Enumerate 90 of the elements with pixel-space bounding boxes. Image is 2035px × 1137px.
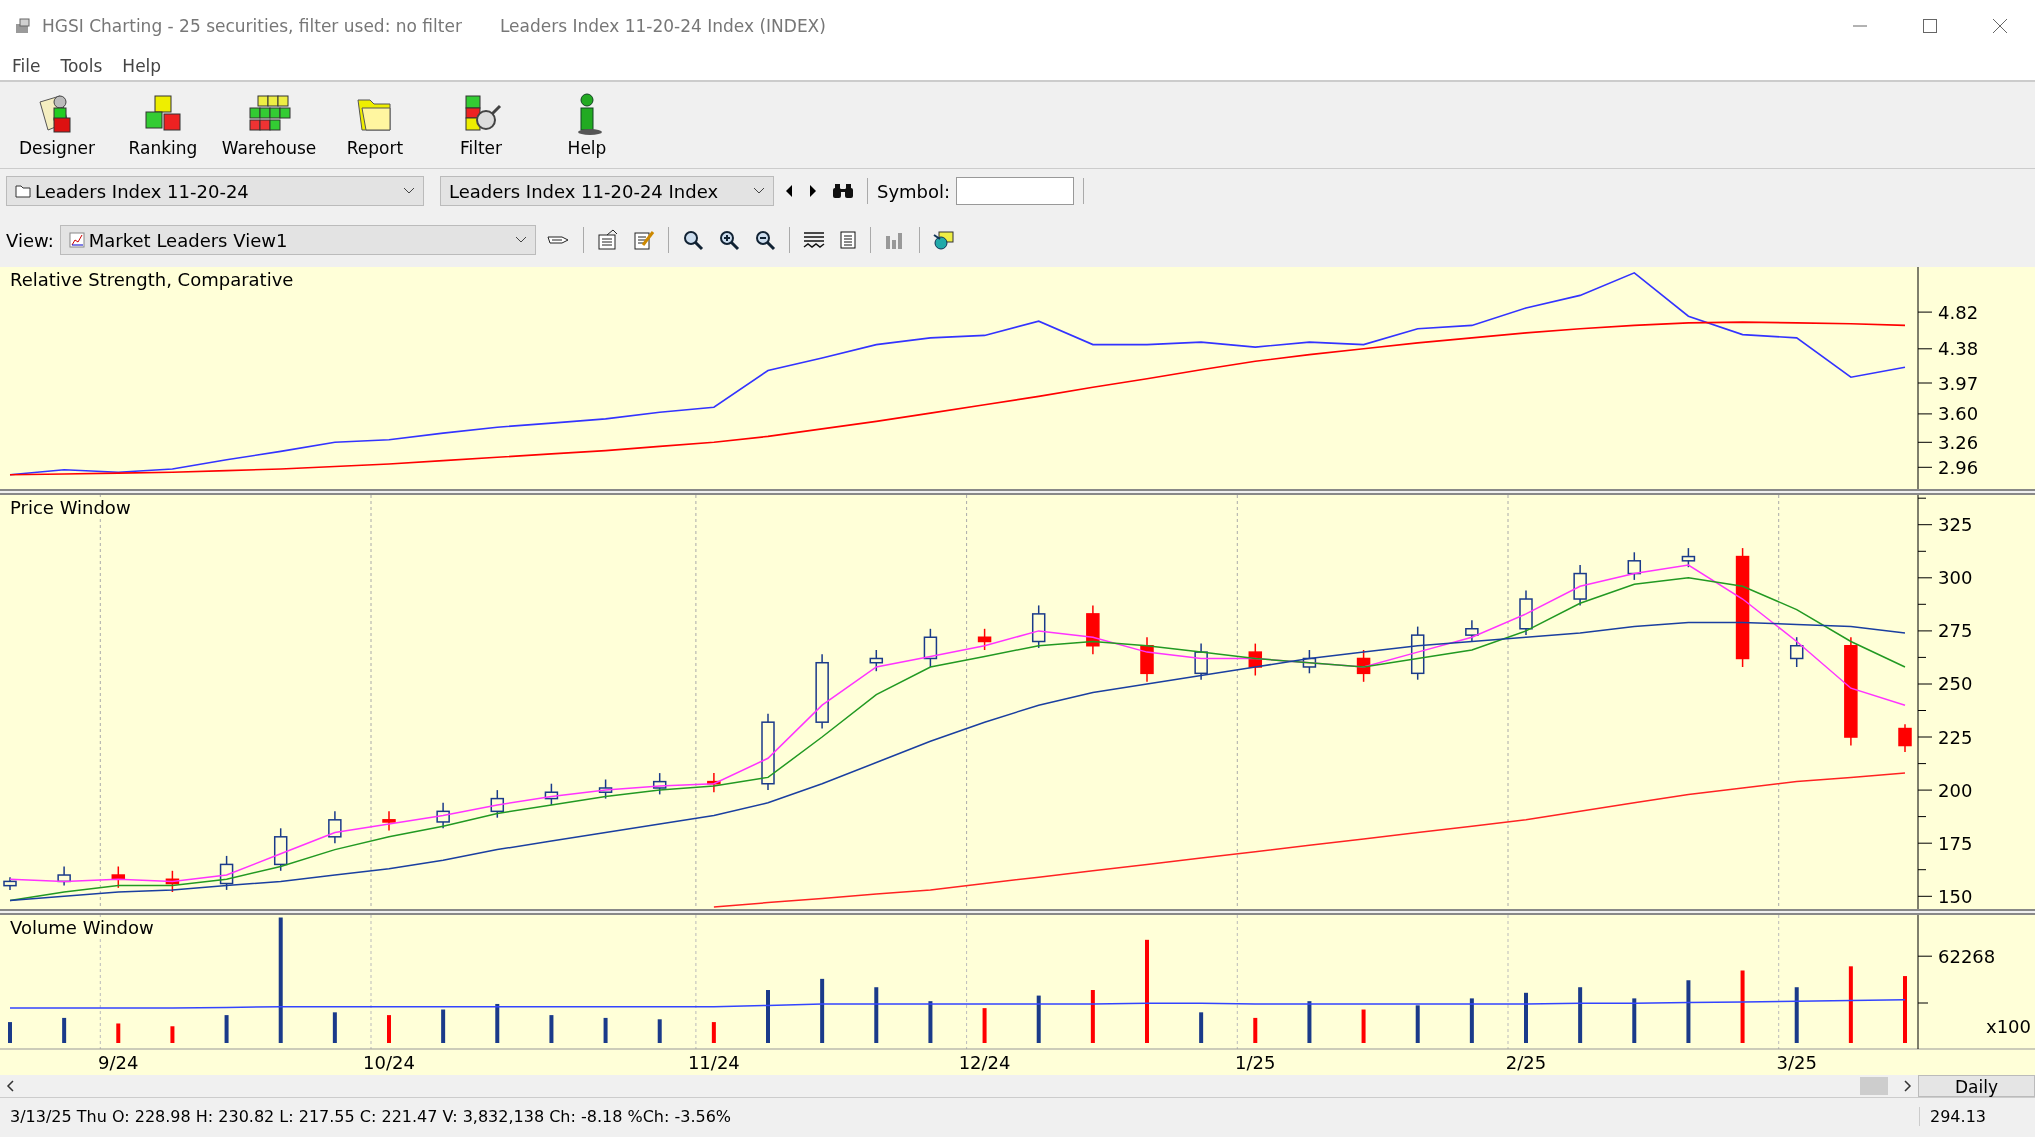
candlestick (1410, 625, 1425, 681)
axis-label: 9/24 (98, 1052, 139, 1073)
candlestick (598, 778, 613, 800)
candlestick (707, 772, 721, 793)
axis-label: 3.26 (1938, 431, 1979, 453)
status-quote: 3/13/25 Thu O: 228.98 H: 230.82 L: 217.55 C: 221.47 V: 3,832,138 Ch: -8.18 %Ch: -3.56% (9, 1107, 732, 1126)
caret-icon (403, 187, 415, 195)
candlestick (1898, 723, 1912, 753)
axis-label: 200 (1938, 779, 1973, 801)
toolbar-button[interactable]: Ranking (116, 90, 210, 160)
menu-item[interactable]: Help (122, 56, 162, 76)
toolbar-button[interactable]: Warehouse (222, 90, 316, 160)
axis-label: 300 (1938, 567, 1973, 589)
axis-label: 4.38 (1938, 338, 1979, 360)
status-value: 294.13 (1919, 1107, 2035, 1126)
close-icon (1993, 19, 2007, 33)
folder-icon (15, 184, 31, 198)
axis-label: 2/25 (1505, 1052, 1547, 1073)
candlestick (977, 628, 992, 651)
candlestick (1086, 604, 1100, 655)
toolbar-button[interactable]: Report (328, 90, 422, 160)
window-title: HGSI Charting - 25 securities, filter used: no filter (42, 16, 462, 36)
candlestick (1681, 547, 1696, 568)
axis-label: 150 (1938, 885, 1973, 907)
axis-label: 225 (1938, 726, 1973, 748)
candlestick (436, 802, 450, 830)
candlestick (1465, 619, 1479, 643)
caret-icon (514, 236, 527, 244)
right-triangle-icon (808, 184, 818, 198)
document-title: Leaders Index 11-20-24 Index (INDEX) (499, 16, 826, 36)
candlestick (1789, 636, 1804, 668)
menu-item[interactable]: File (12, 56, 41, 76)
toolbar-button[interactable]: Filter (434, 90, 528, 160)
candlestick (273, 827, 288, 872)
axis-label: 10/24 (363, 1052, 415, 1073)
candlestick (1140, 636, 1154, 683)
candlestick (923, 628, 938, 668)
candlestick (1627, 551, 1642, 581)
axis-label: 325 (1938, 514, 1973, 536)
caret-icon (753, 187, 765, 195)
candlestick (1194, 642, 1208, 681)
candlestick (1248, 642, 1263, 677)
candlestick (3, 876, 17, 891)
candlestick (1302, 649, 1317, 675)
candlestick (111, 865, 126, 889)
candlestick (57, 865, 71, 887)
list-dropdown[interactable]: Leaders Index 11-20-24 (6, 176, 424, 206)
axis-label: 4.82 (1938, 301, 1979, 323)
candlestick (165, 870, 180, 893)
view-label: View: (6, 229, 54, 251)
scrollbar-thumb[interactable] (1860, 1077, 1888, 1095)
view-dropdown[interactable]: Market Leaders View1 (59, 225, 536, 255)
scroll-left-icon (6, 1080, 16, 1092)
toolbar-button[interactable]: Help (540, 90, 634, 160)
chart-icon (68, 232, 85, 248)
candlestick (652, 772, 667, 796)
candlestick (544, 782, 559, 806)
axis-label: 62268 (1938, 945, 1996, 967)
axis-label: 11/24 (687, 1052, 740, 1073)
axis-label: 250 (1938, 673, 1973, 695)
axis-label: 3.97 (1938, 372, 1979, 394)
security-dropdown[interactable]: Leaders Index 11-20-24 Index (440, 176, 774, 206)
candlestick (382, 810, 396, 832)
volume-multiplier: x100 (1986, 1016, 2031, 1037)
scroll-right-icon (1902, 1080, 1912, 1092)
candlestick (1031, 604, 1046, 649)
axis-label: 275 (1938, 620, 1973, 642)
interval-button[interactable]: Daily (1918, 1075, 2035, 1097)
menu-item[interactable]: Tools (60, 56, 103, 76)
panel-title: Relative Strength, Comparative (10, 269, 294, 290)
axis-label: 1/25 (1235, 1052, 1276, 1073)
candlestick (1573, 564, 1587, 607)
axis-label: 3.60 (1938, 403, 1979, 425)
symbol-field[interactable] (956, 177, 1075, 205)
axis-label: 3/25 (1776, 1052, 1817, 1073)
axis-label: 12/24 (958, 1052, 1011, 1073)
axis-label: 2.96 (1938, 456, 1979, 478)
candlestick (1519, 589, 1533, 636)
candlestick (219, 855, 234, 891)
symbol-label: Symbol: (877, 180, 951, 202)
toolbar-button[interactable]: Designer (10, 90, 104, 160)
candlestick (328, 810, 342, 844)
panel-title: Volume Window (10, 917, 154, 938)
left-triangle-icon (784, 184, 794, 198)
candlestick (1356, 649, 1371, 683)
candlestick (869, 649, 884, 672)
axis-label: 175 (1938, 832, 1973, 854)
candlestick (490, 789, 505, 819)
maximize-icon (1923, 19, 1937, 33)
panel-title: Price Window (10, 497, 131, 518)
